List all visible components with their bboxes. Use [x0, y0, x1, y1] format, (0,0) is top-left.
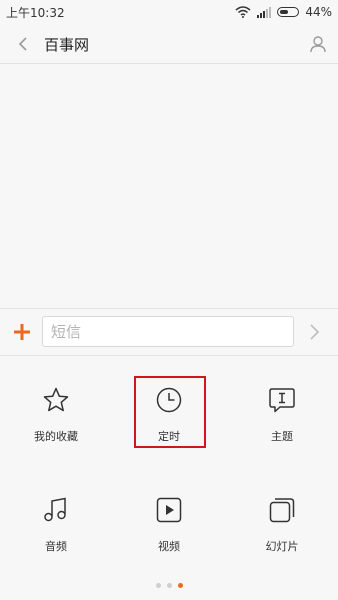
back-button[interactable]	[8, 24, 38, 64]
title-bar: 百事网	[0, 24, 338, 64]
slideshow-label: 幻灯片	[265, 540, 299, 553]
send-icon[interactable]	[306, 322, 324, 342]
status-time: 上午10:32	[6, 5, 65, 20]
favorites-button[interactable]: 我的收藏	[0, 356, 112, 464]
chevron-left-icon	[18, 37, 27, 51]
audio-label: 音频	[45, 540, 67, 553]
message-list	[0, 64, 338, 309]
battery-icon	[277, 7, 300, 17]
wifi-icon	[235, 6, 251, 18]
music-icon	[44, 497, 66, 522]
theme-label: 主题	[271, 430, 293, 443]
favorites-label: 我的收藏	[34, 430, 78, 443]
status-bar: 上午10:32 44%	[0, 0, 338, 24]
audio-button[interactable]: 音频	[0, 466, 112, 574]
video-label: 视频	[158, 540, 180, 553]
highlight-box	[134, 376, 206, 448]
theme-icon	[269, 388, 295, 413]
video-button[interactable]: 视频	[113, 466, 225, 574]
page-dot[interactable]	[166, 583, 172, 588]
status-icons: 44%	[235, 5, 332, 19]
page-dot-active[interactable]	[177, 583, 183, 588]
contact-icon[interactable]	[308, 34, 328, 54]
video-icon	[156, 497, 182, 523]
add-attachment-icon[interactable]	[12, 322, 32, 342]
slideshow-icon	[269, 498, 295, 523]
theme-button[interactable]: 主题	[226, 356, 338, 464]
page-indicator	[0, 583, 338, 588]
star-icon	[43, 387, 69, 412]
page-title: 百事网	[44, 35, 90, 54]
compose-bar	[0, 309, 338, 355]
slideshow-button[interactable]: 幻灯片	[226, 466, 338, 574]
page-dot[interactable]	[155, 583, 161, 588]
signal-icon	[257, 6, 272, 18]
message-input[interactable]	[42, 316, 294, 347]
battery-percent: 44%	[305, 5, 332, 19]
